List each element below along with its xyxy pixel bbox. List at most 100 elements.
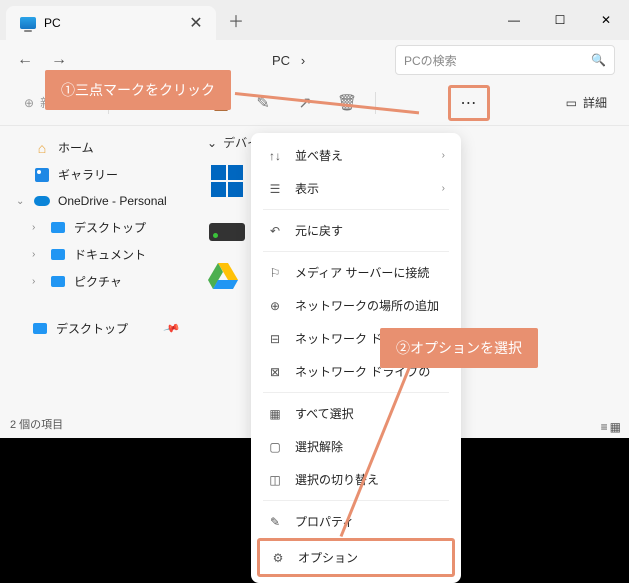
menu-label: すべて選択	[295, 405, 354, 422]
google-drive-icon	[207, 261, 239, 289]
deselect-icon: ▢	[267, 439, 283, 455]
gear-icon: ⚙	[270, 550, 286, 566]
chevron-right-icon: ›	[442, 183, 445, 194]
select-all-icon: ▦	[267, 406, 283, 422]
details-icon: ▭	[566, 96, 577, 110]
status-text: 2 個の項目	[10, 419, 63, 431]
chevron-right-icon[interactable]: ›	[32, 249, 42, 260]
close-tab-icon[interactable]: ✕	[190, 17, 202, 29]
minimize-button[interactable]: —	[491, 0, 537, 40]
options-highlight: ⚙ オプション	[257, 538, 455, 577]
drive-icon	[209, 223, 245, 241]
sidebar-label: デスクトップ	[74, 219, 146, 236]
menu-separator	[263, 392, 449, 393]
chevron-right-icon: ›	[442, 150, 445, 161]
menu-undo[interactable]: ↶ 元に戻す	[257, 214, 455, 247]
back-button[interactable]: ←	[10, 45, 40, 75]
menu-toggle-select[interactable]: ◫ 選択の切り替え	[257, 463, 455, 496]
chevron-down-icon[interactable]: ⌄	[207, 136, 217, 150]
search-input[interactable]: PCの検索 🔍	[395, 45, 615, 75]
menu-properties[interactable]: ✎ プロパティ	[257, 505, 455, 538]
properties-icon: ✎	[267, 514, 283, 530]
sidebar-pictures[interactable]: › ピクチャ	[8, 268, 187, 295]
menu-view[interactable]: ☰ 表示 ›	[257, 172, 455, 205]
chevron-down-icon[interactable]: ⌄	[16, 196, 26, 207]
tab-pc[interactable]: PC ✕	[6, 6, 216, 40]
sidebar-gallery[interactable]: ギャラリー	[8, 161, 187, 188]
pin-icon: 📌	[163, 319, 181, 337]
sidebar-label: ドキュメント	[74, 246, 146, 263]
sidebar-label: ピクチャ	[74, 273, 122, 290]
sidebar-label: ギャラリー	[58, 166, 118, 183]
device-windows[interactable]	[207, 161, 247, 201]
menu-label: 表示	[295, 180, 319, 197]
sidebar: ⌂ ホーム ギャラリー ⌄ OneDrive - Personal › デスクト…	[0, 126, 195, 438]
device-google-drive[interactable]	[207, 261, 239, 289]
view-icon: ☰	[267, 181, 283, 197]
menu-add-network-location[interactable]: ⊕ ネットワークの場所の追加	[257, 289, 455, 322]
new-tab-button[interactable]: ＋	[228, 8, 244, 32]
more-button[interactable]: ⋯	[451, 88, 487, 118]
drive-icon: ⊟	[267, 331, 283, 347]
menu-label: ネットワークの場所の追加	[295, 297, 439, 314]
sidebar-desktop[interactable]: › デスクトップ	[8, 214, 187, 241]
view-grid-button[interactable]: ▦	[610, 420, 621, 434]
menu-separator	[263, 251, 449, 252]
folder-icon	[50, 274, 66, 290]
view-toggle: ≡ ▦	[601, 420, 621, 434]
menu-options[interactable]: ⚙ オプション	[260, 541, 452, 574]
sidebar-label: OneDrive - Personal	[58, 194, 167, 208]
menu-separator	[263, 209, 449, 210]
maximize-button[interactable]: ☐	[537, 0, 583, 40]
menu-label: メディア サーバーに接続	[295, 264, 429, 281]
view-list-button[interactable]: ≡	[601, 420, 608, 434]
menu-select-all[interactable]: ▦ すべて選択	[257, 397, 455, 430]
drive-off-icon: ⊠	[267, 364, 283, 380]
pc-icon	[20, 15, 36, 31]
menu-label: 並べ替え	[295, 147, 343, 164]
search-placeholder: PCの検索	[404, 52, 457, 69]
close-button[interactable]: ✕	[583, 0, 629, 40]
menu-deselect[interactable]: ▢ 選択解除	[257, 430, 455, 463]
chevron-right-icon[interactable]: ›	[32, 276, 42, 287]
callout-text: ①三点マークをクリック	[61, 82, 215, 98]
separator	[375, 92, 376, 114]
windows-icon	[211, 165, 243, 197]
gallery-icon	[34, 167, 50, 183]
chevron-right-icon[interactable]: ›	[32, 222, 42, 233]
sidebar-label: デスクトップ	[56, 320, 128, 337]
sidebar-label: ホーム	[58, 139, 94, 156]
callout-text: ②オプションを選択	[396, 340, 522, 356]
folder-icon	[32, 321, 48, 337]
breadcrumb-visible[interactable]: PC ›	[272, 53, 305, 68]
undo-icon: ↶	[267, 223, 283, 239]
media-icon: ⚐	[267, 265, 283, 281]
sidebar-home[interactable]: ⌂ ホーム	[8, 134, 187, 161]
rename-button[interactable]: ✎	[245, 87, 281, 119]
network-icon: ⊕	[267, 298, 283, 314]
menu-label: オプション	[298, 549, 358, 566]
onedrive-icon	[34, 193, 50, 209]
folder-icon	[50, 247, 66, 263]
sidebar-onedrive[interactable]: ⌄ OneDrive - Personal	[8, 188, 187, 214]
menu-sort[interactable]: ↑↓ 並べ替え ›	[257, 139, 455, 172]
menu-label: 元に戻す	[295, 222, 343, 239]
sidebar-desktop-pinned[interactable]: デスクトップ 📌	[8, 315, 187, 342]
search-icon: 🔍	[591, 53, 606, 67]
toggle-select-icon: ◫	[267, 472, 283, 488]
status-bar: 2 個の項目	[10, 416, 63, 432]
details-label: 詳細	[583, 94, 607, 111]
details-button[interactable]: ▭ 詳細	[558, 94, 615, 111]
menu-label: 選択解除	[295, 438, 343, 455]
titlebar: PC ✕ ＋ — ☐ ✕	[0, 0, 629, 40]
home-icon: ⌂	[34, 140, 50, 156]
sidebar-documents[interactable]: › ドキュメント	[8, 241, 187, 268]
plus-icon: ⊕	[24, 96, 34, 110]
menu-media-server[interactable]: ⚐ メディア サーバーに接続	[257, 256, 455, 289]
device-drive[interactable]	[207, 211, 247, 251]
callout-1: ①三点マークをクリック	[45, 70, 231, 110]
sort-icon: ↑↓	[267, 148, 283, 164]
tab-title: PC	[44, 16, 182, 30]
callout-2: ②オプションを選択	[380, 328, 538, 368]
more-highlight: ⋯	[448, 85, 490, 121]
